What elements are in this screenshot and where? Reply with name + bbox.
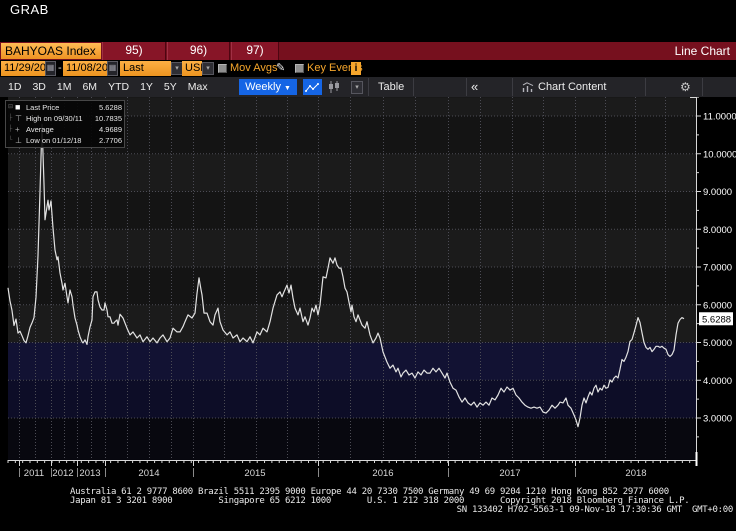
period-6m-button[interactable]: 6M xyxy=(80,81,99,93)
low-marker-icon: ⊥ xyxy=(15,136,22,145)
period-1m-button[interactable]: 1M xyxy=(55,81,74,93)
svg-text:2017: 2017 xyxy=(499,468,520,479)
collapse-panel-button[interactable]: « xyxy=(471,77,478,97)
legend-row-low[interactable]: └ ⊥ Low on 01/12/18 2.7706 xyxy=(8,135,122,146)
toolbar-divider xyxy=(512,78,513,96)
table-button[interactable]: Table xyxy=(378,77,404,97)
key-events-checkbox[interactable] xyxy=(295,64,304,73)
price-chart[interactable]: 2011 2012 2013 2014 2015 2016 2017 2018 3.0000 4.… xyxy=(0,96,736,486)
frequency-select[interactable]: Weekly ▼ xyxy=(239,79,297,95)
candle-chart-type-button[interactable] xyxy=(326,79,342,95)
gear-icon[interactable]: ⚙ xyxy=(680,77,691,97)
legend-value: 4.9689 xyxy=(99,125,122,134)
period-buttons: 1D 3D 1M 6M YTD 1Y 5Y Max xyxy=(6,77,210,97)
svg-text:4.0000: 4.0000 xyxy=(703,376,732,387)
candlestick-icon xyxy=(329,81,339,93)
start-date-field[interactable]: 11/29/2013 xyxy=(1,61,58,76)
svg-text:6.0000: 6.0000 xyxy=(703,300,732,311)
svg-text:8.0000: 8.0000 xyxy=(703,225,732,236)
calendar-icon[interactable]: ▦ xyxy=(45,61,56,76)
edit-menu-button[interactable]: 97) Edit▾ xyxy=(231,42,279,74)
average-marker-icon: + xyxy=(15,125,20,134)
period-max-button[interactable]: Max xyxy=(186,81,210,93)
bloomberg-terminal-window: GRAB BAHYOAS Index 95) Compare 96) Actio… xyxy=(0,0,736,531)
window-title: GRAB xyxy=(10,2,49,17)
field-row: 11/29/2013 ▦ - 11/08/2018 ▦ Last Price ▾… xyxy=(0,60,736,89)
svg-text:5.6288: 5.6288 xyxy=(702,314,731,325)
chart-toolbar: 1D 3D 1M 6M YTD 1Y 5Y Max Weekly ▼ ▾ Tab… xyxy=(0,77,736,97)
end-date-field[interactable]: 11/08/2018 xyxy=(63,61,120,76)
series-marker-icon: ■ xyxy=(15,102,21,112)
svg-text:11.0000: 11.0000 xyxy=(703,112,736,123)
mov-avgs-label: Mov Avgs xyxy=(230,62,278,74)
ticker-input[interactable]: BAHYOAS Index xyxy=(1,43,101,59)
pencil-icon[interactable]: ✎ xyxy=(276,60,285,76)
legend-value: 2.7706 xyxy=(99,136,122,145)
legend-row-average[interactable]: ├ + Average 4.9689 xyxy=(8,124,122,135)
svg-text:10.0000: 10.0000 xyxy=(703,149,736,160)
legend-label: Low on 01/12/18 xyxy=(26,136,82,145)
legend-row-high[interactable]: ├ ⊤ High on 09/30/11 10.7835 xyxy=(8,113,122,124)
period-ytd-button[interactable]: YTD xyxy=(106,81,131,93)
toolbar-divider xyxy=(645,78,646,96)
svg-text:2018: 2018 xyxy=(625,468,646,479)
currency-select[interactable]: USD xyxy=(182,61,208,76)
grab-bar: GRAB xyxy=(0,0,736,42)
legend-value: 5.6288 xyxy=(99,103,122,112)
toolbar-divider xyxy=(413,78,414,96)
legend-tree-glyph: └ xyxy=(8,137,13,143)
legend-tree-glyph: ├ xyxy=(8,115,13,121)
svg-text:2015: 2015 xyxy=(244,468,265,479)
line-chart-type-button[interactable] xyxy=(303,79,322,95)
chart-content-button[interactable]: Chart Content xyxy=(538,77,606,97)
svg-text:2011: 2011 xyxy=(24,468,44,479)
price-field-select[interactable]: Last Price xyxy=(120,61,171,89)
svg-text:9.0000: 9.0000 xyxy=(703,187,732,198)
legend-label: High on 09/30/11 xyxy=(26,114,83,123)
toolbar-divider xyxy=(368,78,369,96)
svg-text:2013: 2013 xyxy=(79,468,100,479)
legend-label: Average xyxy=(26,125,54,134)
toolbar-divider xyxy=(702,78,703,96)
period-3d-button[interactable]: 3D xyxy=(30,81,47,93)
svg-text:2014: 2014 xyxy=(138,468,159,479)
period-5y-button[interactable]: 5Y xyxy=(162,81,179,93)
line-chart-icon xyxy=(305,82,319,92)
footer-session-line: SN 133402 H702-5563-1 09-Nov-18 17:30:36… xyxy=(456,505,734,515)
legend-collapse-icon[interactable]: ⊟ xyxy=(8,102,15,113)
actions-menu-button[interactable]: 96) Actions▾ xyxy=(167,42,230,74)
high-marker-icon: ⊤ xyxy=(15,114,22,123)
chart-type-caret-icon[interactable]: ▾ xyxy=(351,81,363,94)
toolbar-divider xyxy=(466,78,467,96)
chart-type-label: Line Chart xyxy=(674,44,730,58)
svg-text:2016: 2016 xyxy=(372,468,393,479)
date-range-separator: - xyxy=(58,62,62,74)
svg-text:7.0000: 7.0000 xyxy=(703,263,732,274)
legend-value: 10.7835 xyxy=(94,114,122,123)
svg-text:3.0000: 3.0000 xyxy=(703,414,732,425)
chart-legend[interactable]: ⊟ ■ Last Price 5.6288 ├ ⊤ High on 09/30/… xyxy=(5,100,125,148)
frequency-label: Weekly xyxy=(245,81,281,93)
mov-avgs-checkbox[interactable] xyxy=(218,64,227,73)
title-bar: BAHYOAS Index 95) Compare 96) Actions▾ 9… xyxy=(0,42,736,74)
period-1y-button[interactable]: 1Y xyxy=(138,81,155,93)
legend-tree-glyph: ├ xyxy=(8,126,13,132)
legend-label: Last Price xyxy=(26,103,60,112)
currency-caret-icon[interactable]: ▾ xyxy=(202,62,214,75)
chart-content-icon xyxy=(521,79,535,95)
svg-text:5.0000: 5.0000 xyxy=(703,338,732,349)
info-icon[interactable]: i xyxy=(351,62,361,75)
chart-area: 2011 2012 2013 2014 2015 2016 2017 2018 3.0000 4.… xyxy=(0,96,736,486)
caret-down-icon: ▼ xyxy=(283,85,291,92)
svg-text:2012: 2012 xyxy=(52,468,73,479)
legend-row-last-price[interactable]: ⊟ ■ Last Price 5.6288 xyxy=(8,102,122,113)
compare-button[interactable]: 95) Compare xyxy=(102,42,166,74)
period-1d-button[interactable]: 1D xyxy=(6,81,23,93)
calendar-icon[interactable]: ▦ xyxy=(107,61,118,76)
